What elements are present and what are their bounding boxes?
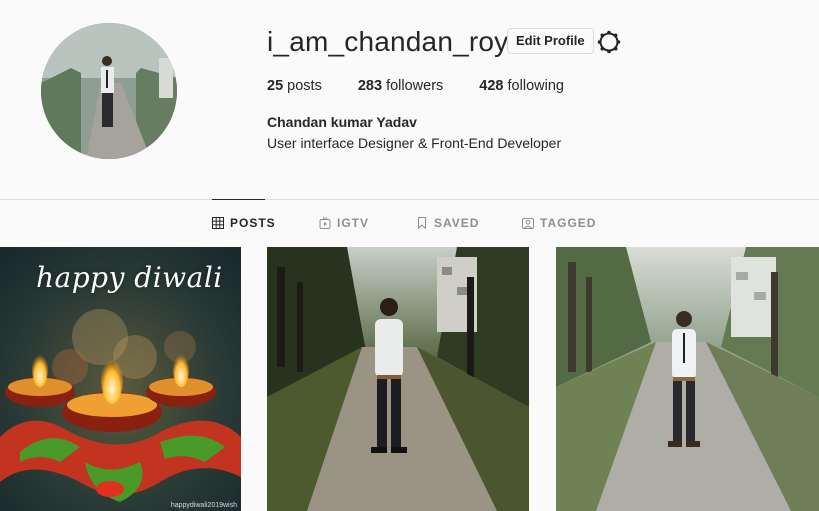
followers-count: 283	[357, 78, 383, 94]
tab-saved[interactable]: SAVED	[416, 199, 479, 246]
grid-icon	[212, 217, 224, 229]
watermark-text: happydiwali2019wish	[170, 502, 237, 509]
tag-person-icon	[522, 217, 534, 229]
tab-posts[interactable]: POSTS	[212, 199, 275, 246]
post-thumbnail[interactable]	[267, 247, 529, 511]
settings-gear-icon[interactable]	[596, 29, 622, 55]
following-label: following	[507, 78, 564, 94]
followers-label: followers	[386, 78, 444, 94]
tv-icon	[319, 216, 331, 229]
tab-label: SAVED	[434, 215, 480, 230]
posts-label: posts	[287, 78, 322, 94]
profile-stats: 25 posts 283 followers 428 following	[267, 78, 600, 94]
tab-label: IGTV	[337, 215, 370, 230]
man-on-road-image	[556, 247, 819, 511]
man-on-road-image	[267, 247, 529, 511]
stat-followers[interactable]: 283 followers	[358, 78, 443, 94]
stat-posts: 25 posts	[267, 78, 322, 94]
profile-avatar[interactable]	[41, 23, 177, 159]
tab-label: TAGGED	[540, 215, 597, 230]
tab-tagged[interactable]: TAGGED	[522, 199, 596, 246]
tab-label: POSTS	[230, 216, 276, 230]
bookmark-icon	[416, 216, 428, 229]
edit-profile-button[interactable]: Edit Profile	[507, 28, 594, 54]
post-thumbnail[interactable]	[556, 247, 819, 511]
tab-igtv[interactable]: IGTV	[319, 199, 369, 246]
stat-following[interactable]: 428 following	[479, 78, 564, 94]
full-name: Chandan kumar Yadav	[267, 114, 417, 130]
bio: User interface Designer & Front-End Deve…	[267, 135, 562, 151]
diwali-title-text: happy diwali	[36, 261, 223, 294]
following-count: 428	[479, 78, 504, 94]
posts-count: 25	[267, 78, 284, 94]
username: i_am_chandan_roy	[267, 26, 509, 57]
tabs-divider	[0, 199, 819, 200]
post-thumbnail[interactable]: happy diwali happydiwali2019wish	[0, 247, 241, 511]
